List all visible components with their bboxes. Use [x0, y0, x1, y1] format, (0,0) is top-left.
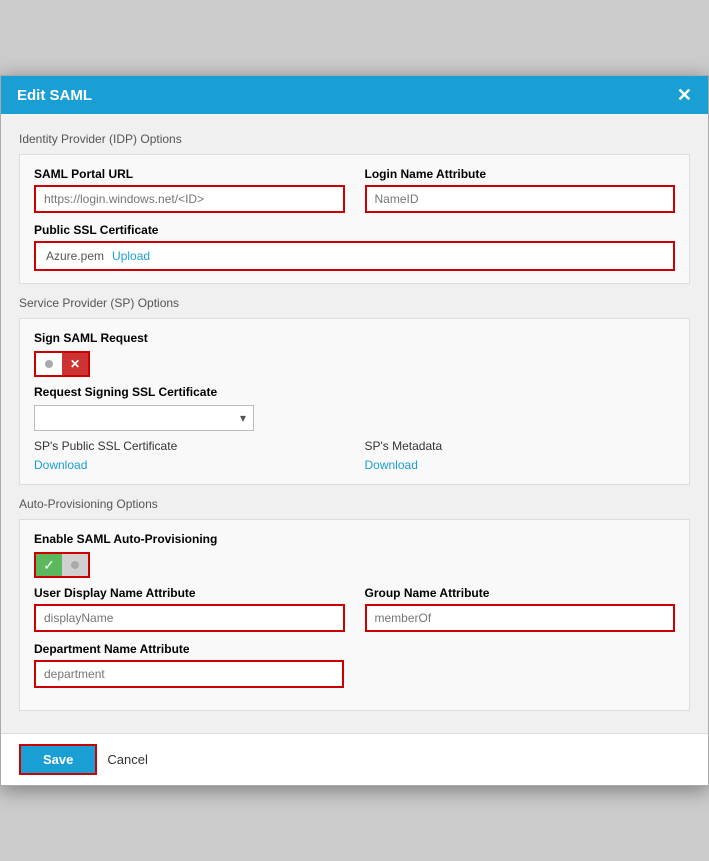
group-name-group: Group Name Attribute — [365, 586, 676, 632]
auto-section: Enable SAML Auto-Provisioning ✓ User Dis… — [19, 519, 690, 711]
auto-row2: Department Name Attribute — [34, 642, 675, 688]
idp-section: SAML Portal URL Login Name Attribute Pub… — [19, 154, 690, 284]
save-button[interactable]: Save — [19, 744, 97, 775]
toggle-knob — [45, 360, 53, 368]
sp-section: Sign SAML Request ✕ Request Signing SSL … — [19, 318, 690, 485]
saml-url-input[interactable] — [34, 185, 345, 213]
login-name-input[interactable] — [365, 185, 676, 213]
cancel-button[interactable]: Cancel — [107, 752, 147, 767]
toggle-check-side: ✓ — [36, 554, 62, 576]
signing-ssl-select[interactable] — [34, 405, 254, 431]
public-ssl-download[interactable]: Download — [34, 458, 87, 472]
sign-saml-label: Sign SAML Request — [34, 331, 675, 345]
enable-auto-group: Enable SAML Auto-Provisioning ✓ — [34, 532, 675, 578]
dept-label: Department Name Attribute — [34, 642, 675, 656]
user-display-input[interactable] — [34, 604, 345, 632]
signing-ssl-label: Request Signing SSL Certificate — [34, 385, 675, 399]
user-display-label: User Display Name Attribute — [34, 586, 345, 600]
ssl-cert-label: Public SSL Certificate — [34, 223, 675, 237]
metadata-label: SP's Metadata — [365, 439, 676, 453]
metadata-group: SP's Metadata Download — [365, 439, 676, 472]
toggle-off-side — [36, 353, 62, 375]
signing-ssl-select-wrapper — [34, 405, 254, 431]
login-name-label: Login Name Attribute — [365, 167, 676, 181]
group-name-input[interactable] — [365, 604, 676, 632]
public-ssl-label: SP's Public SSL Certificate — [34, 439, 345, 453]
enable-auto-toggle[interactable]: ✓ — [34, 552, 90, 578]
modal-footer: Save Cancel — [1, 733, 708, 785]
auto-row1: User Display Name Attribute Group Name A… — [34, 586, 675, 632]
enable-auto-label: Enable SAML Auto-Provisioning — [34, 532, 675, 546]
modal-body: Identity Provider (IDP) Options SAML Por… — [1, 114, 708, 733]
upload-link[interactable]: Upload — [112, 249, 150, 263]
cert-filename: Azure.pem — [46, 249, 104, 263]
modal-header: Edit SAML ✕ — [1, 76, 708, 114]
signing-ssl-group: Request Signing SSL Certificate — [34, 385, 675, 431]
edit-saml-modal: Edit SAML ✕ Identity Provider (IDP) Opti… — [0, 75, 709, 786]
toggle-x-side: ✕ — [62, 353, 88, 375]
sign-saml-toggle[interactable]: ✕ — [34, 351, 90, 377]
saml-url-label: SAML Portal URL — [34, 167, 345, 181]
toggle-gray-knob — [71, 561, 79, 569]
saml-url-group: SAML Portal URL — [34, 167, 345, 213]
modal-title: Edit SAML — [17, 87, 92, 104]
toggle-gray-side — [62, 554, 88, 576]
ssl-cert-group: Public SSL Certificate Azure.pem Upload — [34, 223, 675, 271]
metadata-download[interactable]: Download — [365, 458, 418, 472]
close-button[interactable]: ✕ — [677, 86, 692, 104]
dept-input[interactable] — [34, 660, 344, 688]
sp-downloads-row: SP's Public SSL Certificate Download SP'… — [34, 439, 675, 472]
auto-section-label: Auto-Provisioning Options — [19, 497, 690, 511]
sign-saml-group: Sign SAML Request ✕ — [34, 331, 675, 377]
user-display-group: User Display Name Attribute — [34, 586, 345, 632]
ssl-cert-box: Azure.pem Upload — [34, 241, 675, 271]
sp-section-label: Service Provider (SP) Options — [19, 296, 690, 310]
group-name-label: Group Name Attribute — [365, 586, 676, 600]
idp-row1: SAML Portal URL Login Name Attribute — [34, 167, 675, 213]
login-name-group: Login Name Attribute — [365, 167, 676, 213]
public-ssl-group: SP's Public SSL Certificate Download — [34, 439, 345, 472]
idp-section-label: Identity Provider (IDP) Options — [19, 132, 690, 146]
dept-group: Department Name Attribute — [34, 642, 675, 688]
